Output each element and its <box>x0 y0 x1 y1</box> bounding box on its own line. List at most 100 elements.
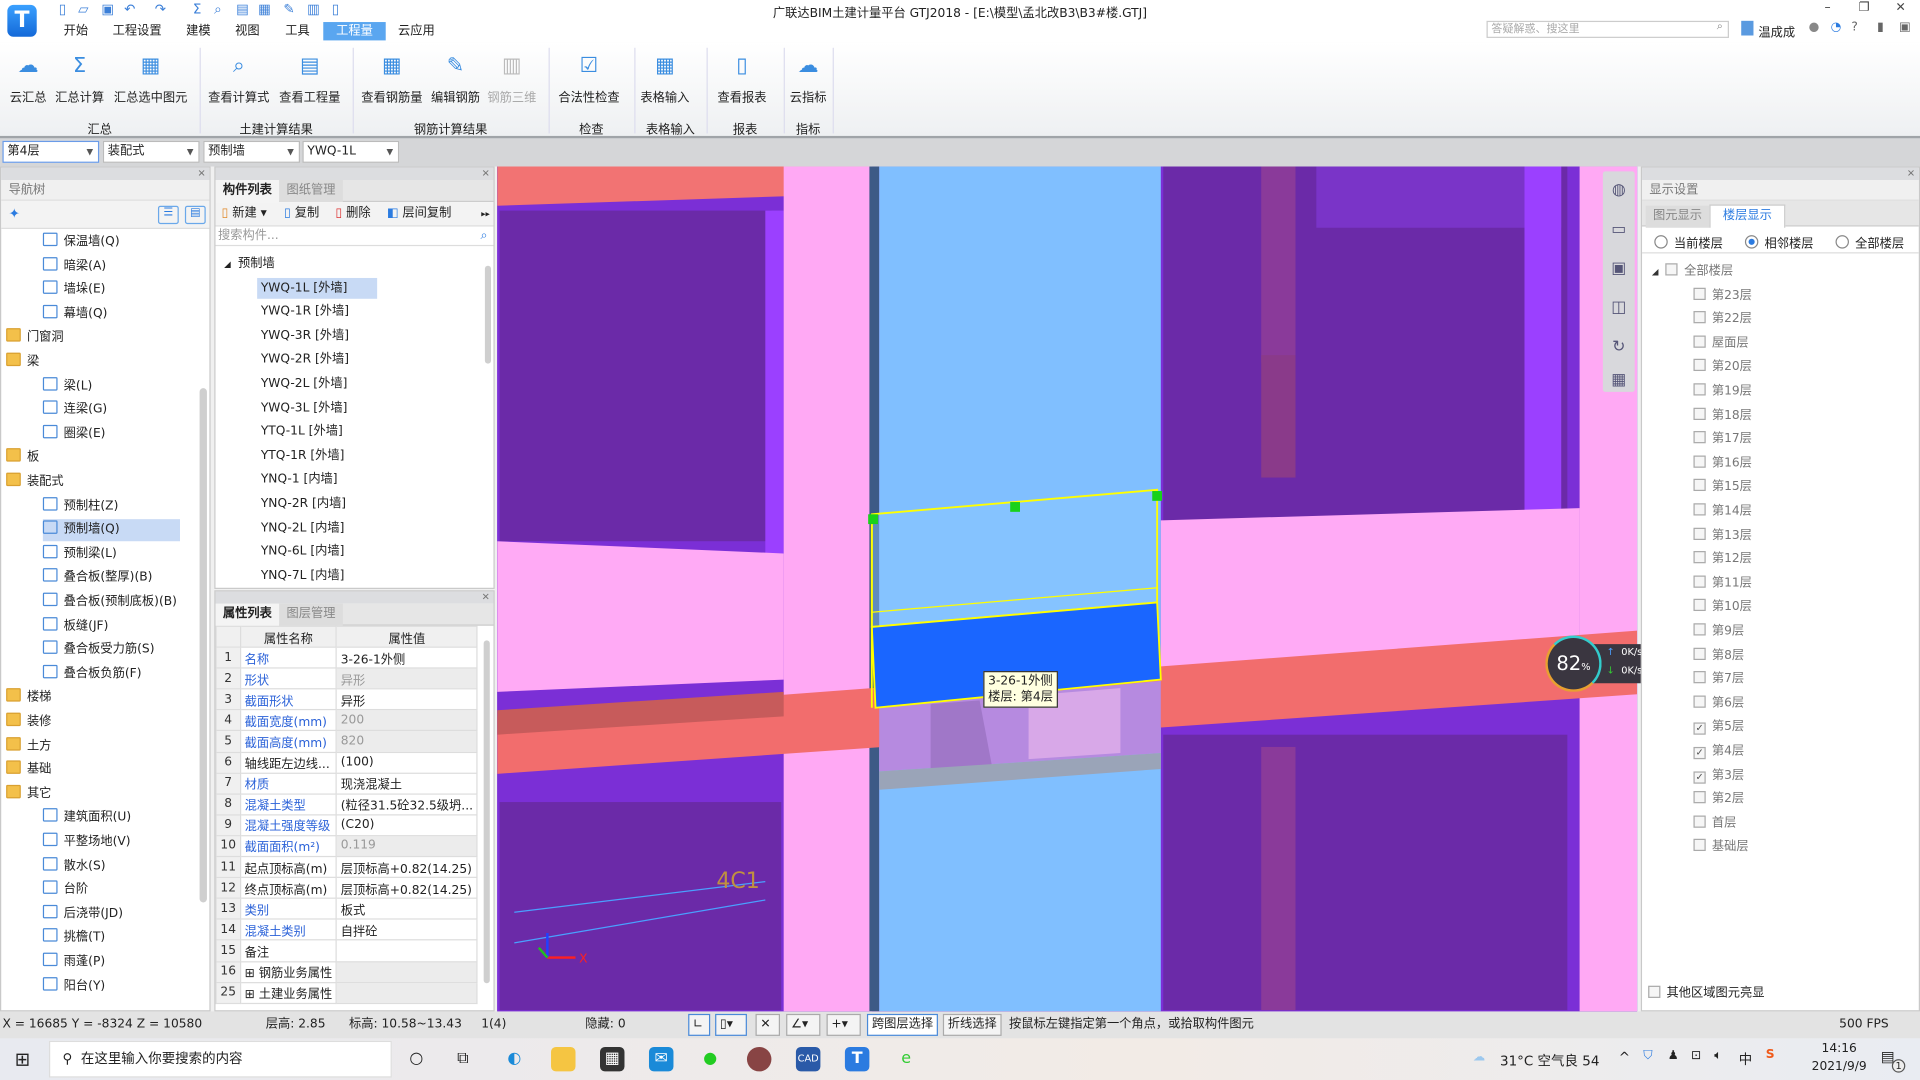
rotate-icon[interactable]: ↻ <box>1603 328 1635 367</box>
nav-item[interactable]: 装配式 <box>6 471 64 493</box>
radio-button[interactable] <box>1835 235 1849 249</box>
checkbox[interactable] <box>1693 551 1706 564</box>
checkbox[interactable] <box>1665 263 1679 276</box>
component-item[interactable]: YNQ-1 [内墙] <box>257 469 341 490</box>
component-item[interactable]: YNQ-7L [内墙] <box>257 565 348 586</box>
floor-checkbox[interactable]: 第10层 <box>1693 597 1752 619</box>
property-scrollbar[interactable] <box>483 640 490 984</box>
floor-checkbox[interactable]: 第7层 <box>1693 669 1744 691</box>
nav-item[interactable]: 梁 <box>6 351 39 373</box>
floor-checkbox[interactable]: 第14层 <box>1693 501 1752 523</box>
nav-item[interactable]: 墙垛(E) <box>42 279 105 301</box>
taskbar-search-input[interactable]: ⚲ 在这里输入你要搜索的内容 <box>48 1040 392 1078</box>
menu-tab[interactable]: 开始 <box>56 22 95 40</box>
checkbox[interactable] <box>1693 431 1706 444</box>
file-explorer-icon[interactable] <box>551 1046 576 1072</box>
volume-icon[interactable]: 🔈︎ <box>1714 1049 1721 1062</box>
checkbox[interactable] <box>1648 985 1661 998</box>
collapse-arrow-icon[interactable]: ◢ <box>1652 267 1659 277</box>
service-icon[interactable]: ◔ <box>1831 21 1842 34</box>
checkbox[interactable] <box>1693 815 1706 828</box>
floor-checkbox[interactable]: 第2层 <box>1693 789 1744 811</box>
nav-item[interactable]: 散水(S) <box>42 855 105 877</box>
tab-element-display[interactable]: 图元显示 <box>1645 205 1710 228</box>
view-orbit-icon[interactable]: ◍ <box>1603 171 1635 210</box>
ribbon-button-云指标[interactable]: ☁ 云指标 <box>790 50 827 105</box>
property-row[interactable]: 12 终点顶标高(m) 层顶标高+0.82(14.25) <box>215 876 478 900</box>
shirt-icon[interactable]: ▮ <box>1877 21 1884 34</box>
nav-item[interactable]: 圈梁(E) <box>42 423 105 445</box>
checkbox[interactable] <box>1693 287 1706 300</box>
sogou-icon[interactable]: S <box>1766 1048 1775 1061</box>
nav-item[interactable]: 预制柱(Z) <box>42 495 118 517</box>
nav-item[interactable]: 叠合板(预制底板)(B) <box>42 591 177 613</box>
component-item[interactable]: YNQ-2R [内墙] <box>257 493 350 514</box>
weather-text[interactable]: 31°C 空气良 54 <box>1500 1051 1599 1071</box>
property-value[interactable]: 层顶标高+0.82(14.25) <box>335 876 478 900</box>
nav-item[interactable]: 台阶 <box>42 879 88 901</box>
component-item[interactable]: YWQ-3L [外墙] <box>257 397 351 418</box>
panel-close-icon[interactable]: ✕ <box>215 167 494 181</box>
component-item[interactable]: YWQ-1R [外墙] <box>257 301 353 322</box>
ribbon-button-表格输入[interactable]: ▦ 表格输入 <box>640 50 689 105</box>
grip-handle[interactable] <box>1010 502 1021 512</box>
menu-tab[interactable]: 视图 <box>228 22 267 40</box>
property-value[interactable]: 200 <box>335 709 478 732</box>
collapse-arrow-icon[interactable]: ◢ <box>224 260 231 270</box>
component-item[interactable]: YNQ-6L [内墙] <box>257 541 348 562</box>
nav-item[interactable]: 楼梯 <box>6 687 51 709</box>
user-name[interactable]: 温成成 <box>1758 22 1795 40</box>
help-icon[interactable]: ? <box>1851 21 1858 34</box>
more-icon[interactable]: ▸▸ <box>481 202 490 226</box>
nav-item[interactable]: 板 <box>6 447 39 469</box>
floor-checkbox[interactable]: 屋面层 <box>1693 333 1749 355</box>
component-item[interactable]: YTQ-1R [外墙] <box>257 445 348 466</box>
nav-item[interactable]: 门窗洞 <box>6 327 64 349</box>
nav-item[interactable]: 平整场地(V) <box>42 831 131 853</box>
menu-tab[interactable]: 建模 <box>179 22 218 40</box>
layout-icon[interactable]: ▣ <box>1899 21 1911 34</box>
checkbox[interactable] <box>1693 839 1706 852</box>
property-value[interactable] <box>335 960 478 983</box>
property-value[interactable]: 0.119 <box>335 835 478 858</box>
floor-checkbox[interactable]: 第13层 <box>1693 525 1752 547</box>
offset-button[interactable]: +▾ <box>826 1013 861 1036</box>
gtj-app-icon[interactable]: T <box>844 1046 870 1072</box>
tab-component-list[interactable]: 构件列表 <box>215 180 280 203</box>
checkbox[interactable] <box>1693 311 1706 324</box>
component-scrollbar[interactable] <box>484 265 492 364</box>
delete-button[interactable]: ▯ 删除 <box>336 202 371 226</box>
property-row[interactable]: 6 轴线距左边线... (100) <box>215 751 478 774</box>
property-row[interactable]: 5 截面高度(mm) 820 <box>215 730 478 753</box>
property-value[interactable]: (100) <box>335 751 478 774</box>
checkbox[interactable] <box>1693 599 1706 612</box>
floor-checkbox[interactable]: ✓ 第4层 <box>1693 741 1744 763</box>
ribbon-button-查看报表[interactable]: ▯ 查看报表 <box>718 50 767 105</box>
property-row[interactable]: 13 类别 板式 <box>215 897 478 920</box>
ribbon-button-查看钢筋量[interactable]: ▦ 查看钢筋量 <box>361 50 422 105</box>
checkbox[interactable] <box>1693 671 1706 684</box>
property-value[interactable]: 现浇混凝土 <box>335 772 478 795</box>
property-row[interactable]: 10 截面面积(m²) 0.119 <box>215 835 478 858</box>
restore-button[interactable]: ❐ <box>1859 1 1870 14</box>
property-row[interactable]: 4 截面宽度(mm) 200 <box>215 709 478 732</box>
selector-dropdown[interactable]: YWQ-1L ▼ <box>302 140 400 163</box>
memory-gauge[interactable]: 82% <box>1545 635 1602 692</box>
view-3d-icon[interactable]: ▣ <box>1603 250 1635 289</box>
property-row[interactable]: 7 材质 现浇混凝土 <box>215 772 478 795</box>
tab-property-list[interactable]: 属性列表 <box>215 603 280 626</box>
floor-checkbox[interactable]: 第20层 <box>1693 357 1752 379</box>
cortana-icon[interactable]: ○ <box>404 1047 428 1071</box>
property-row[interactable]: 16 ⊞ 钢筋业务属性 <box>215 960 478 983</box>
wechat-icon[interactable]: ● <box>698 1047 722 1071</box>
view-2d-icon[interactable]: ▭ <box>1603 211 1635 250</box>
checkbox[interactable] <box>1693 623 1706 636</box>
expand-all-icon[interactable]: ✦ <box>9 206 20 222</box>
property-row[interactable]: 2 形状 异形 <box>215 667 478 690</box>
new-button[interactable]: ▯ 新建 ▾ <box>222 202 267 226</box>
property-value[interactable]: (粒径31.5砼32.5级坍... <box>335 793 478 816</box>
property-row[interactable]: 25 ⊞ 土建业务属性 <box>215 981 478 1004</box>
checkbox[interactable]: ✓ <box>1693 722 1706 736</box>
panel-close-icon[interactable]: ✕ <box>1 167 210 181</box>
checkbox[interactable]: ✓ <box>1693 770 1706 784</box>
